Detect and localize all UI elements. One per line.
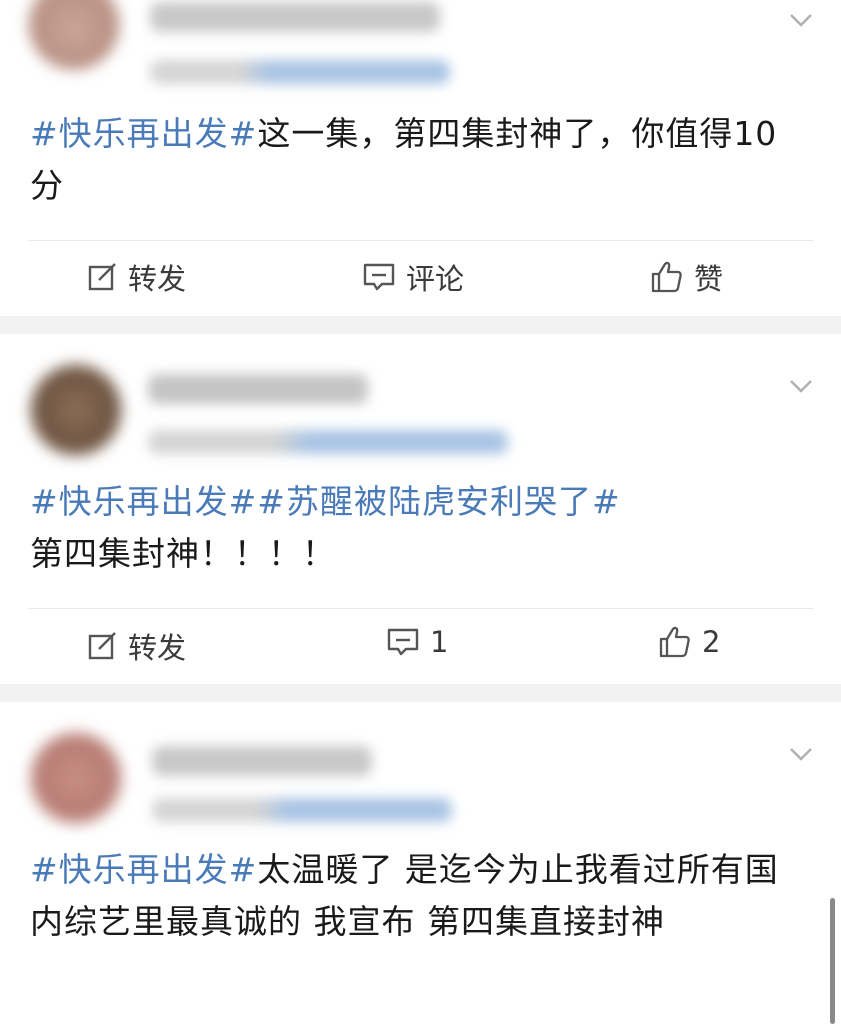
comment-count: 1 [430, 625, 449, 659]
avatar[interactable] [30, 732, 122, 824]
chevron-down-icon[interactable] [789, 746, 813, 762]
post-text: #快乐再出发##苏醒被陆虎安利哭了# 第四集封神！！！！ [30, 476, 801, 580]
comment-bubble-icon [362, 261, 396, 293]
avatar[interactable] [28, 0, 120, 70]
like-button[interactable]: 2 [658, 625, 720, 659]
username-blurred[interactable] [150, 2, 440, 32]
like-count: 2 [702, 625, 721, 659]
edit-square-icon [86, 261, 118, 293]
post-body: 第四集封神！！！！ [30, 534, 336, 573]
topic-link[interactable]: #快乐再出发##苏醒被陆虎安利哭了# [30, 482, 621, 521]
divider [28, 608, 813, 609]
username-blurred[interactable] [152, 746, 372, 776]
edit-square-icon [86, 630, 118, 662]
post-meta-blurred [150, 60, 450, 84]
divider [28, 240, 813, 241]
post-meta-blurred [148, 430, 508, 454]
scrollbar[interactable] [830, 898, 835, 1024]
comment-button[interactable]: 1 [386, 625, 448, 659]
post-meta-blurred [152, 798, 452, 822]
thumbs-up-icon [658, 625, 692, 659]
avatar[interactable] [30, 364, 122, 456]
like-button[interactable]: 赞 [650, 256, 723, 298]
comment-label: 评论 [406, 262, 465, 296]
chevron-down-icon[interactable] [789, 12, 813, 28]
topic-link[interactable]: #快乐再出发# [30, 114, 257, 153]
comment-button[interactable]: 评论 [362, 256, 464, 298]
repost-button[interactable]: 转发 [86, 256, 186, 298]
weibo-post-1: #快乐再出发#这一集，第四集封神了，你值得10分 转发 评论 赞 [0, 0, 841, 316]
topic-link[interactable]: #快乐再出发# [30, 850, 257, 889]
repost-label: 转发 [128, 262, 187, 296]
post-text: #快乐再出发#这一集，第四集封神了，你值得10分 [30, 108, 801, 212]
username-blurred[interactable] [148, 374, 368, 404]
post-text: #快乐再出发#太温暖了 是迄今为止我看过所有国内综艺里最真诚的 我宣布 第四集直… [30, 844, 801, 948]
repost-label: 转发 [128, 631, 187, 665]
repost-button[interactable]: 转发 [86, 625, 186, 667]
chevron-down-icon[interactable] [789, 378, 813, 394]
comment-bubble-icon [386, 626, 420, 658]
thumbs-up-icon [650, 260, 684, 294]
like-label: 赞 [694, 262, 724, 296]
weibo-post-3: #快乐再出发#太温暖了 是迄今为止我看过所有国内综艺里最真诚的 我宣布 第四集直… [0, 702, 841, 1024]
weibo-post-2: #快乐再出发##苏醒被陆虎安利哭了# 第四集封神！！！！ 转发 1 2 [0, 334, 841, 684]
